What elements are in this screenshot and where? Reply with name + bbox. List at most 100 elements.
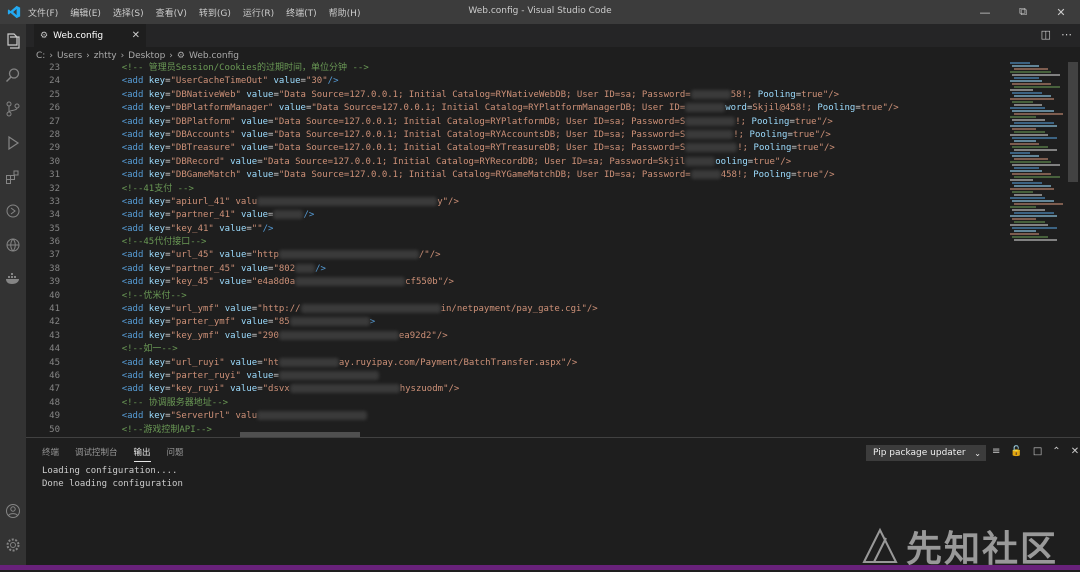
code-line[interactable]: 47 <add key="key_ruyi" value="dsvx hyszuo… <box>26 383 1006 396</box>
code-line[interactable]: 44 <!--如一--> <box>26 343 1006 356</box>
code-line[interactable]: 50 <!--游戏控制API--> <box>26 424 1006 436</box>
code-line[interactable]: 35 <add key="key_41" value=""/> <box>26 223 1006 236</box>
minimap-line <box>1012 83 1051 85</box>
minimap-line <box>1012 146 1048 148</box>
code-line[interactable]: 24 <add key="UserCacheTimeOut" value="30… <box>26 75 1006 88</box>
line-number: 40 <box>49 290 60 301</box>
minimap-line <box>1014 194 1042 196</box>
code-text: <add key="DBPlatformManager" value="Data… <box>121 103 899 114</box>
account-icon[interactable] <box>0 494 26 528</box>
lock-scroll-icon[interactable]: 🔓 <box>1010 446 1022 457</box>
code-line[interactable]: 36 <!--45代付接口--> <box>26 236 1006 249</box>
title-bar: 文件(F) 编辑(E) 选择(S) 查看(V) 转到(G) 运行(R) 终端(T… <box>0 0 1080 24</box>
code-line[interactable]: 28 <add key="DBAccounts" value="Data Sou… <box>26 129 1006 142</box>
maximize-panel-icon[interactable]: □ <box>1033 446 1042 457</box>
code-text: <add key="url_45" value="http/"/> <box>121 250 441 261</box>
minimap-line <box>1010 215 1057 217</box>
code-line[interactable]: 40 <!--优米付--> <box>26 290 1006 303</box>
code-line[interactable]: 34 <add key="partner_41" value=/> <box>26 209 1006 222</box>
code-line[interactable]: 46 <add key="parter_ruyi" value= <box>26 370 1006 383</box>
code-line[interactable]: 49 <add key="ServerUrl" valu <box>26 410 1006 423</box>
code-line[interactable]: 48 <!-- 协调服务器地址--> <box>26 397 1006 410</box>
code-line[interactable]: 41 <add key="url_ymf" value="http://in/n… <box>26 303 1006 316</box>
code-line[interactable]: 31 <add key="DBGameMatch" value="Data So… <box>26 169 1006 182</box>
close-window-icon[interactable]: ✕ <box>1042 0 1080 24</box>
menu-selection[interactable]: 选择(S) <box>113 6 144 19</box>
close-panel-icon[interactable]: ✕ <box>1071 446 1079 457</box>
settings-gear-icon[interactable] <box>0 528 26 562</box>
code-line[interactable]: 27 <add key="DBPlatform" value="Data Sou… <box>26 116 1006 129</box>
panel-tab-terminal[interactable]: 终端 <box>42 446 59 462</box>
vertical-scrollbar[interactable] <box>1066 62 1080 436</box>
panel-tab-output[interactable]: 输出 <box>133 446 151 462</box>
minimap-line <box>1010 161 1051 163</box>
output-channel-select[interactable]: Pip package updater ⌄ <box>866 445 986 461</box>
code-line[interactable]: 45 <add key="url_ruyi" value="ht ay.ruyip… <box>26 357 1006 370</box>
remote-explorer-icon[interactable] <box>0 194 26 228</box>
minimap-line <box>1010 179 1033 181</box>
breadcrumb-file[interactable]: Web.config <box>189 51 239 61</box>
scroll-thumb[interactable] <box>1068 62 1078 182</box>
code-line[interactable]: 32 <!--41支付 --> <box>26 183 1006 196</box>
minimap-line <box>1014 113 1063 115</box>
globe-icon[interactable] <box>0 228 26 262</box>
menu-file[interactable]: 文件(F) <box>28 6 58 19</box>
breadcrumb-drive[interactable]: C: <box>36 51 45 61</box>
menu-go[interactable]: 转到(G) <box>199 6 231 19</box>
restore-icon[interactable]: ⧉ <box>1004 0 1042 24</box>
menu-run[interactable]: 运行(R) <box>243 6 274 19</box>
chevron-up-icon[interactable]: ⌃ <box>1052 446 1060 457</box>
minimap-line <box>1012 92 1042 94</box>
menu-terminal[interactable]: 终端(T) <box>286 6 317 19</box>
explorer-icon[interactable] <box>0 24 26 58</box>
code-editor[interactable]: 23 <!-- 管理员Session/Cookies的过期时间，单位分钟 -->… <box>26 62 1006 436</box>
code-line[interactable]: 43 <add key="key_ymf" value="290 ea92d2"/… <box>26 330 1006 343</box>
code-line[interactable]: 26 <add key="DBPlatformManager" value="D… <box>26 102 1006 115</box>
code-line[interactable]: 37 <add key="url_45" value="http/"/> <box>26 249 1006 262</box>
code-text: <!-- 管理员Session/Cookies的过期时间，单位分钟 --> <box>121 63 369 73</box>
search-icon[interactable] <box>0 58 26 92</box>
breadcrumb-user[interactable]: zhtty <box>94 51 117 61</box>
tab-label: Web.config <box>53 30 104 41</box>
code-line[interactable]: 38 <add key="partner_45" value="802/> <box>26 263 1006 276</box>
editor-tabs: ⚙ Web.config ✕ ◫ ⋯ <box>26 24 1080 47</box>
line-number: 24 <box>49 76 60 87</box>
code-line[interactable]: 42 <add key="parter_ymf" value="85 > <box>26 316 1006 329</box>
breadcrumb-users[interactable]: Users <box>57 51 82 61</box>
clear-output-icon[interactable]: ≡ <box>992 446 1000 457</box>
run-debug-icon[interactable] <box>0 126 26 160</box>
breadcrumb-desktop[interactable]: Desktop <box>128 51 165 61</box>
code-text: <add key="ServerUrl" valu <box>100 410 368 423</box>
menu-edit[interactable]: 编辑(E) <box>70 6 101 19</box>
panel-tab-problems[interactable]: 问题 <box>167 446 184 462</box>
code-line[interactable]: 23 <!-- 管理员Session/Cookies的过期时间，单位分钟 --> <box>26 62 1006 75</box>
tab-web-config[interactable]: ⚙ Web.config ✕ <box>34 24 146 47</box>
minimap-line <box>1014 230 1036 232</box>
code-line[interactable]: 25 <add key="DBNativeWeb" value="Data So… <box>26 89 1006 102</box>
menu-help[interactable]: 帮助(H) <box>329 6 361 19</box>
more-actions-icon[interactable]: ⋯ <box>1061 28 1072 41</box>
extensions-icon[interactable] <box>0 160 26 194</box>
line-number: 34 <box>49 210 60 221</box>
code-line[interactable]: 39 <add key="key_45" value="e4a8d0a cf550… <box>26 276 1006 289</box>
panel-tab-debug-console[interactable]: 调试控制台 <box>75 446 118 462</box>
code-line[interactable]: 33 <add key="apiurl_41" valu y"/> <box>26 196 1006 209</box>
docker-icon[interactable] <box>0 262 26 296</box>
code-text: <add key="DBRecord" value="Data Source=1… <box>121 156 792 167</box>
redacted-mask <box>300 304 441 314</box>
code-text: <add key="DBAccounts" value="Data Source… <box>121 129 831 140</box>
close-tab-icon[interactable]: ✕ <box>132 30 140 41</box>
line-number: 50 <box>49 424 60 435</box>
code-line[interactable]: 29 <add key="DBTreasure" value="Data Sou… <box>26 142 1006 155</box>
minimap-line <box>1012 182 1042 184</box>
minimap-line <box>1010 125 1057 127</box>
redacted-mask <box>278 330 399 340</box>
code-line[interactable]: 30 <add key="DBRecord" value="Data Sourc… <box>26 156 1006 169</box>
line-number: 41 <box>49 304 60 315</box>
minimap[interactable] <box>1006 62 1066 436</box>
minimize-icon[interactable]: — <box>966 0 1004 24</box>
minimap-line <box>1010 170 1042 172</box>
split-editor-icon[interactable]: ◫ <box>1041 28 1051 41</box>
menu-view[interactable]: 查看(V) <box>156 6 187 19</box>
source-control-icon[interactable] <box>0 92 26 126</box>
